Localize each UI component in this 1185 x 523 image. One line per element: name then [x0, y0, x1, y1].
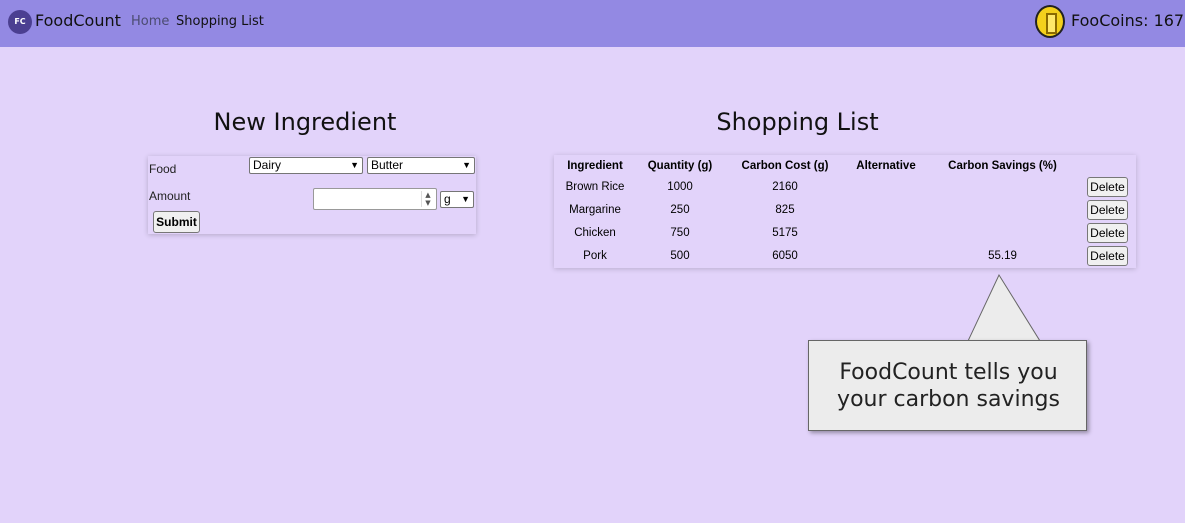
coin-icon	[1035, 5, 1065, 38]
cell-quantity: 750	[670, 226, 690, 239]
food-item-select[interactable]: Butter ▼	[367, 157, 475, 174]
brand-logo-icon[interactable]: FC	[8, 10, 32, 34]
callout-line-2: your carbon savings	[837, 387, 1060, 412]
shopping-list-title: Shopping List	[716, 108, 879, 136]
delete-button[interactable]: Delete	[1087, 222, 1128, 243]
table-header-row: Ingredient Quantity (g) Carbon Cost (g) …	[554, 155, 1136, 175]
food-category-value: Dairy	[253, 158, 282, 172]
cell-actions: Delete	[1079, 244, 1136, 267]
number-spinner-icon[interactable]: ▲ ▼	[421, 191, 434, 207]
cell-quantity: 500	[670, 249, 690, 262]
cell-carbon-savings	[926, 221, 1079, 244]
amount-input[interactable]: ▲ ▼	[313, 188, 437, 210]
coins-balance: FooCoins: 167	[1071, 11, 1185, 30]
cell-alternative	[846, 244, 926, 267]
shopping-list-table: Ingredient Quantity (g) Carbon Cost (g) …	[554, 155, 1136, 267]
shopping-list-table-card: Ingredient Quantity (g) Carbon Cost (g) …	[554, 155, 1136, 268]
delete-button[interactable]: Delete	[1087, 245, 1128, 266]
cell-actions: Delete	[1079, 221, 1136, 244]
delete-button[interactable]: Delete	[1087, 199, 1128, 220]
cell-alternative	[846, 221, 926, 244]
column-header-actions	[1079, 155, 1136, 175]
table-row: Pork 500 6050 55.19 Delete	[554, 244, 1136, 267]
callout-line-1: FoodCount tells you	[839, 360, 1058, 385]
navbar: FC FoodCount Home Shopping List FooCoins…	[0, 0, 1185, 47]
submit-button[interactable]: Submit	[153, 211, 200, 233]
column-header-quantity: Quantity (g)	[647, 160, 713, 172]
amount-label: Amount	[149, 189, 191, 203]
cell-carbon-savings	[926, 198, 1079, 221]
cell-carbon-savings	[926, 175, 1079, 198]
brand-name[interactable]: FoodCount	[35, 11, 121, 30]
cell-ingredient: Pork	[583, 249, 607, 262]
table-row: Chicken 750 5175 Delete	[554, 221, 1136, 244]
cell-quantity: 250	[670, 203, 690, 216]
chevron-down-icon: ▼	[462, 160, 471, 170]
delete-button[interactable]: Delete	[1087, 176, 1128, 197]
cell-actions: Delete	[1079, 175, 1136, 198]
food-label: Food	[149, 162, 177, 176]
table-row: Brown Rice 1000 2160 Delete	[554, 175, 1136, 198]
column-header-ingredient: Ingredient	[567, 160, 623, 172]
cell-ingredient: Margarine	[569, 203, 621, 216]
new-ingredient-form: Food Dairy ▼ Butter ▼ Amount ▲ ▼ g ▼ Subm…	[148, 156, 476, 234]
column-header-alternative: Alternative	[856, 160, 916, 172]
cell-carbon-cost: 5175	[772, 226, 798, 239]
callout-text: FoodCount tells you your carbon savings	[809, 359, 1088, 413]
cell-alternative	[846, 175, 926, 198]
chevron-down-icon: ▼	[461, 194, 470, 204]
cell-carbon-cost: 6050	[772, 249, 798, 262]
cell-ingredient: Chicken	[574, 226, 616, 239]
cell-alternative	[846, 198, 926, 221]
column-header-carbon-savings: Carbon Savings (%)	[948, 160, 1057, 172]
nav-link-home[interactable]: Home	[131, 14, 169, 29]
nav-link-shopping-list[interactable]: Shopping List	[176, 14, 264, 29]
cell-carbon-cost: 2160	[772, 180, 798, 193]
cell-actions: Delete	[1079, 198, 1136, 221]
food-item-value: Butter	[371, 158, 404, 172]
food-category-select[interactable]: Dairy ▼	[249, 157, 363, 174]
unit-value: g	[444, 192, 451, 206]
chevron-down-icon: ▼	[350, 160, 359, 170]
new-ingredient-title: New Ingredient	[213, 108, 397, 136]
callout-pointer-shape	[968, 273, 1041, 341]
column-header-carbon-cost: Carbon Cost (g)	[741, 160, 829, 172]
unit-select[interactable]: g ▼	[440, 191, 474, 208]
callout-box: FoodCount tells you your carbon savings	[808, 340, 1087, 431]
table-row: Margarine 250 825 Delete	[554, 198, 1136, 221]
cell-quantity: 1000	[667, 180, 693, 193]
cell-ingredient: Brown Rice	[565, 180, 625, 193]
cell-carbon-cost: 825	[775, 203, 795, 216]
cell-carbon-savings: 55.19	[988, 249, 1017, 262]
